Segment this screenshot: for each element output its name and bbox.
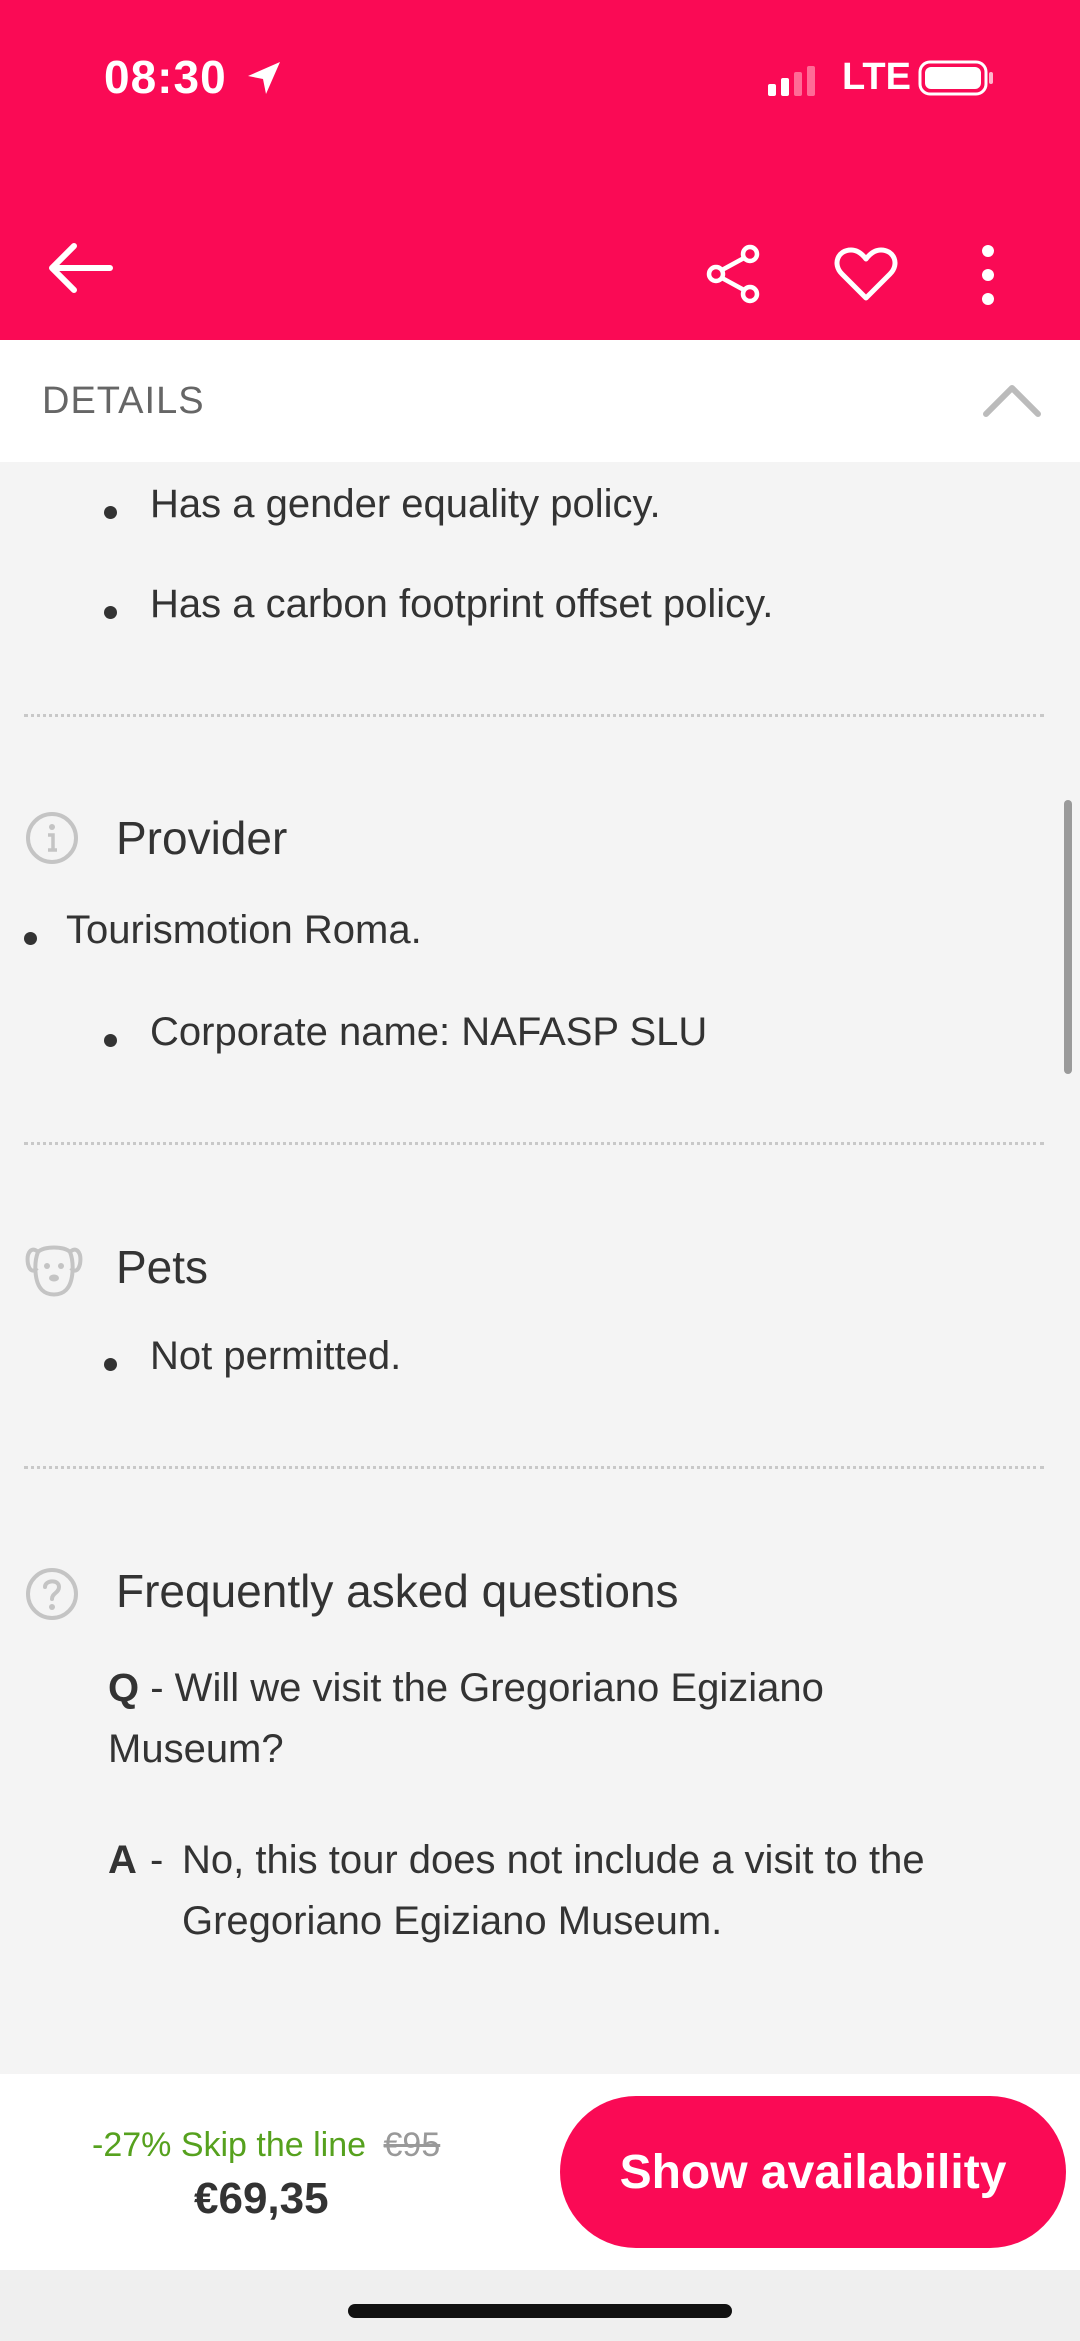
list-item-text: Has a carbon footprint offset policy. <box>150 582 774 626</box>
list-item: Tourismotion Roma. <box>24 908 422 953</box>
details-content: Has a gender equality policy. Has a carb… <box>0 462 1080 2074</box>
faq-answer: A - No, this tour does not include a vis… <box>108 1830 1048 1943</box>
current-price: €69,35 <box>194 2174 329 2223</box>
pets-title: Pets <box>116 1241 209 1293</box>
info-circle-icon <box>26 812 78 864</box>
signal-bars-icon <box>768 66 815 96</box>
more-vertical-icon[interactable] <box>976 244 1000 306</box>
pets-policy: Not permitted. <box>150 1334 402 1378</box>
heart-icon[interactable] <box>834 246 898 302</box>
chevron-up-icon[interactable] <box>982 382 1042 418</box>
section-divider <box>24 714 1044 717</box>
list-item: Not permitted. <box>104 1334 402 1379</box>
section-divider <box>24 1466 1044 1469</box>
dog-face-icon <box>25 1245 83 1297</box>
booking-bar: -27% Skip the line €95 €69,35 Show avail… <box>0 2074 1080 2270</box>
faq-answer-line2: Gregoriano Egiziano Museum. <box>182 1899 723 1943</box>
provider-title: Provider <box>116 812 288 864</box>
faq-question: Q - Will we visit the Gregoriano Egizian… <box>108 1658 1008 1780</box>
faq-answer-line1: No, this tour does not include a visit t… <box>182 1838 925 1882</box>
discount-text: -27% Skip the line <box>92 2126 367 2164</box>
battery-icon <box>918 60 993 96</box>
show-availability-button[interactable]: Show availability <box>560 2096 1066 2248</box>
list-item: Has a carbon footprint offset policy. <box>104 582 774 627</box>
bullet-dot <box>104 506 117 519</box>
faq-answer-dash: - <box>150 1838 164 1882</box>
old-price: €95 <box>383 2126 441 2164</box>
faq-question-line1: - Will we visit the Gregoriano Egiziano <box>150 1666 824 1710</box>
bullet-dot <box>104 1358 117 1371</box>
section-divider <box>24 1142 1044 1145</box>
location-arrow-icon <box>248 62 280 94</box>
status-time: 08:30 <box>104 51 227 103</box>
bullet-dot <box>104 606 117 619</box>
question-circle-icon <box>26 1568 78 1620</box>
faq-a-label: A <box>108 1838 137 1882</box>
status-bar: 08:30 LTE <box>0 0 1080 160</box>
home-indicator-area <box>0 2270 1080 2341</box>
provider-name: Tourismotion Roma. <box>66 908 422 952</box>
discount-line: -27% Skip the line €95 <box>92 2126 440 2165</box>
list-item: Has a gender equality policy. <box>104 482 661 527</box>
bullet-dot <box>104 1034 117 1047</box>
app-bar <box>0 160 1080 340</box>
network-label: LTE <box>842 56 911 98</box>
list-item: Corporate name: NAFASP SLU <box>104 1010 708 1055</box>
faq-question-line2: Museum? <box>108 1727 284 1771</box>
faq-title: Frequently asked questions <box>116 1565 679 1617</box>
provider-corporate-name: Corporate name: NAFASP SLU <box>150 1010 708 1054</box>
share-icon[interactable] <box>704 244 764 304</box>
details-title: DETAILS <box>42 380 205 422</box>
faq-q-label: Q <box>108 1666 140 1710</box>
bullet-dot <box>24 932 37 945</box>
scrollbar[interactable] <box>1064 800 1072 1074</box>
list-item-text: Has a gender equality policy. <box>150 482 661 526</box>
back-arrow-icon[interactable] <box>44 240 116 296</box>
details-header[interactable]: DETAILS <box>0 340 1080 462</box>
home-indicator[interactable] <box>348 2304 732 2318</box>
